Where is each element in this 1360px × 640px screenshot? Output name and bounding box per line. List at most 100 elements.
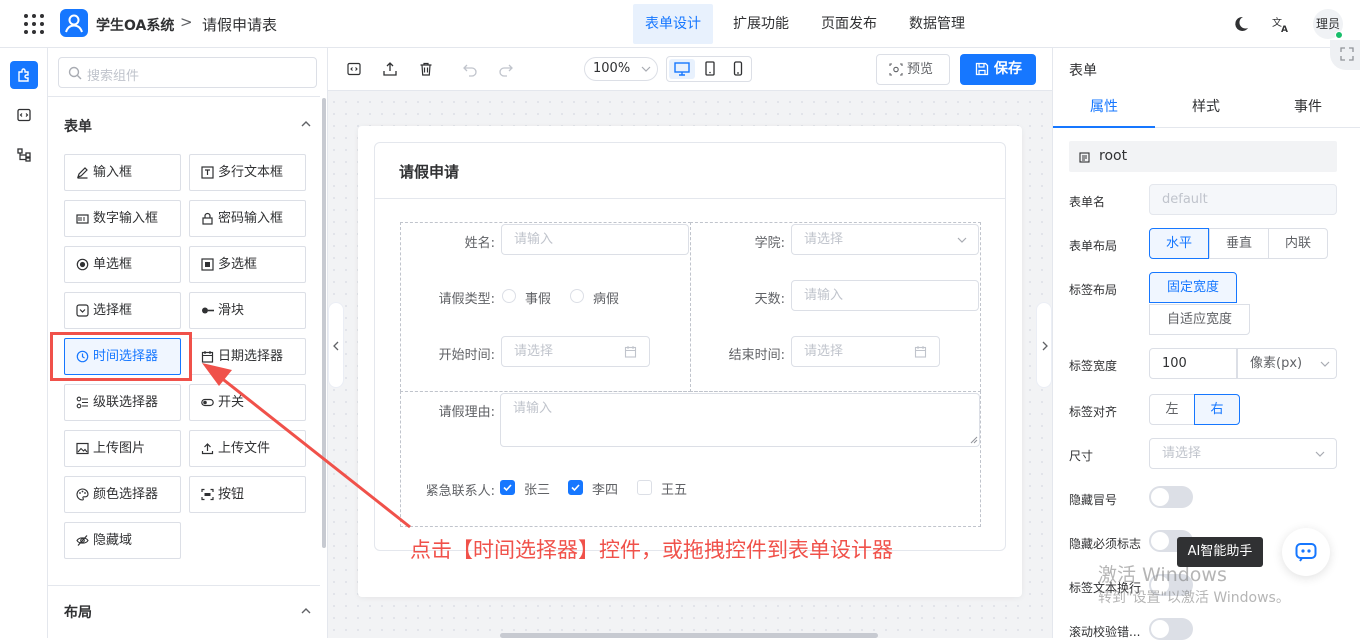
code-source-icon[interactable] — [10, 101, 38, 129]
collapse-chevron-up-icon[interactable] — [300, 605, 312, 617]
checkbox-lisi-label: 李四 — [592, 483, 619, 498]
checkbox-wangwu[interactable] — [637, 480, 652, 495]
user-avatar[interactable]: 理员 — [1313, 9, 1343, 39]
checkbox-zhangsan[interactable] — [500, 480, 515, 495]
radio-icon — [76, 258, 89, 271]
undo-icon[interactable] — [462, 61, 478, 77]
align-right-button[interactable]: 右 — [1194, 394, 1240, 425]
reason-textarea[interactable]: 请输入 — [500, 393, 980, 447]
tab-styles[interactable]: 样式 — [1155, 92, 1257, 128]
component-switch[interactable]: 开关 — [189, 384, 306, 421]
lock-icon — [202, 212, 213, 225]
online-status-dot — [1335, 31, 1343, 39]
translate-icon[interactable]: 文A — [1272, 15, 1290, 33]
checkbox-icon — [201, 258, 214, 271]
component-number-input[interactable]: 数字输入框 — [64, 200, 181, 237]
scroll-validate-switch[interactable] — [1149, 618, 1193, 640]
zoom-select[interactable]: 100% — [584, 57, 658, 81]
checkbox-lisi[interactable] — [568, 480, 583, 495]
group-title-form: 表单 — [64, 119, 92, 135]
component-input[interactable]: 输入框 — [64, 154, 181, 191]
trash-icon[interactable] — [418, 61, 434, 77]
component-textarea[interactable]: 多行文本框 — [189, 154, 306, 191]
label-layout-auto-button[interactable]: 自适应宽度 — [1149, 304, 1250, 335]
component-upload-image[interactable]: 上传图片 — [64, 430, 181, 467]
component-search-input[interactable]: 搜索组件 — [58, 57, 317, 88]
align-left-button[interactable]: 左 — [1149, 394, 1195, 425]
windows-watermark-title: 激活 Windows — [1098, 564, 1227, 586]
structure-tree-icon[interactable] — [10, 141, 38, 169]
app-grid-icon[interactable] — [24, 14, 44, 34]
component-hidden-field[interactable]: 隐藏域 — [64, 522, 181, 559]
tab-events[interactable]: 事件 — [1257, 92, 1359, 128]
college-select[interactable]: 请选择 — [791, 224, 979, 255]
days-input[interactable]: 请输入 — [791, 280, 979, 311]
collapse-left-handle[interactable] — [328, 302, 344, 388]
preview-button[interactable]: 预览 — [876, 54, 950, 85]
radio-personal-leave[interactable] — [502, 289, 516, 303]
nav-page-publish[interactable]: 页面发布 — [809, 4, 889, 44]
component-radio[interactable]: 单选框 — [64, 246, 181, 283]
export-icon[interactable] — [382, 61, 398, 77]
save-button[interactable]: 保存 — [960, 54, 1036, 85]
desktop-view-button[interactable] — [669, 59, 695, 79]
redo-icon[interactable] — [498, 61, 514, 77]
root-node[interactable]: root — [1069, 141, 1337, 172]
component-slider[interactable]: 滑块 — [189, 292, 306, 329]
panel-scrollbar[interactable] — [322, 98, 326, 548]
label-width-unit-select[interactable]: 像素(px) — [1237, 348, 1337, 379]
component-select[interactable]: 选择框 — [64, 292, 181, 329]
pencil-icon — [77, 167, 88, 179]
phone-icon — [733, 61, 743, 76]
radio-sick-leave[interactable] — [570, 289, 584, 303]
start-time-picker[interactable]: 请选择 — [501, 336, 650, 367]
search-placeholder: 搜索组件 — [87, 69, 140, 84]
tab-attributes[interactable]: 属性 — [1053, 92, 1155, 128]
code-icon[interactable] — [346, 61, 362, 77]
fullscreen-corner-icon[interactable] — [1330, 40, 1360, 70]
component-cascader[interactable]: 级联选择器 — [64, 384, 181, 421]
components-puzzle-icon[interactable] — [10, 61, 38, 89]
form-container[interactable]: 请假申请 姓名: 请输入 学院: 请选择 请假类型: 事假 病假 天数: 请输入… — [374, 142, 1006, 551]
collapse-chevron-up-icon[interactable] — [300, 118, 312, 130]
end-time-picker[interactable]: 请选择 — [791, 336, 940, 367]
resize-grip-icon[interactable] — [970, 436, 978, 444]
component-button[interactable]: 按钮 — [189, 476, 306, 513]
days-label: 天数: — [754, 292, 785, 307]
textarea-icon — [201, 166, 214, 179]
size-select[interactable]: 请选择 — [1149, 438, 1337, 469]
nav-data-management[interactable]: 数据管理 — [897, 4, 977, 44]
layout-inline-button[interactable]: 内联 — [1268, 228, 1328, 259]
layout-vertical-button[interactable]: 垂直 — [1209, 228, 1269, 259]
name-input[interactable]: 请输入 — [501, 224, 689, 255]
component-checkbox[interactable]: 多选框 — [189, 246, 306, 283]
nav-form-design[interactable]: 表单设计 — [633, 4, 713, 44]
component-date-picker[interactable]: 日期选择器 — [189, 338, 306, 375]
hide-colon-switch[interactable] — [1149, 486, 1193, 508]
component-password-input[interactable]: 密码输入框 — [189, 200, 306, 237]
ai-assistant-button[interactable] — [1282, 528, 1330, 576]
label-width-label: 标签宽度 — [1069, 359, 1118, 373]
canvas-horizontal-scrollbar[interactable] — [500, 633, 878, 638]
device-switcher — [666, 56, 752, 82]
label-align-label: 标签对齐 — [1069, 405, 1118, 419]
label-layout-fixed-button[interactable]: 固定宽度 — [1149, 272, 1237, 303]
dark-mode-moon-icon[interactable] — [1232, 15, 1250, 33]
save-floppy-icon — [975, 62, 989, 76]
highlight-box — [50, 332, 192, 381]
tablet-view-button[interactable] — [697, 59, 723, 79]
component-upload-file[interactable]: 上传文件 — [189, 430, 306, 467]
component-color-picker[interactable]: 颜色选择器 — [64, 476, 181, 513]
nav-extensions[interactable]: 扩展功能 — [721, 4, 801, 44]
layout-horizontal-button[interactable]: 水平 — [1149, 228, 1209, 259]
name-label: 姓名: — [464, 236, 495, 251]
label-width-input[interactable]: 100 — [1149, 348, 1237, 379]
form-name-label: 表单名 — [1069, 195, 1106, 209]
hide-required-label: 隐藏必须标志 — [1069, 537, 1142, 551]
start-time-label: 开始时间: — [438, 348, 495, 363]
form-name-input[interactable]: default — [1149, 184, 1337, 215]
collapse-right-handle[interactable] — [1036, 302, 1052, 388]
image-icon — [76, 442, 89, 455]
calendar-icon — [201, 351, 214, 363]
mobile-view-button[interactable] — [725, 59, 751, 79]
